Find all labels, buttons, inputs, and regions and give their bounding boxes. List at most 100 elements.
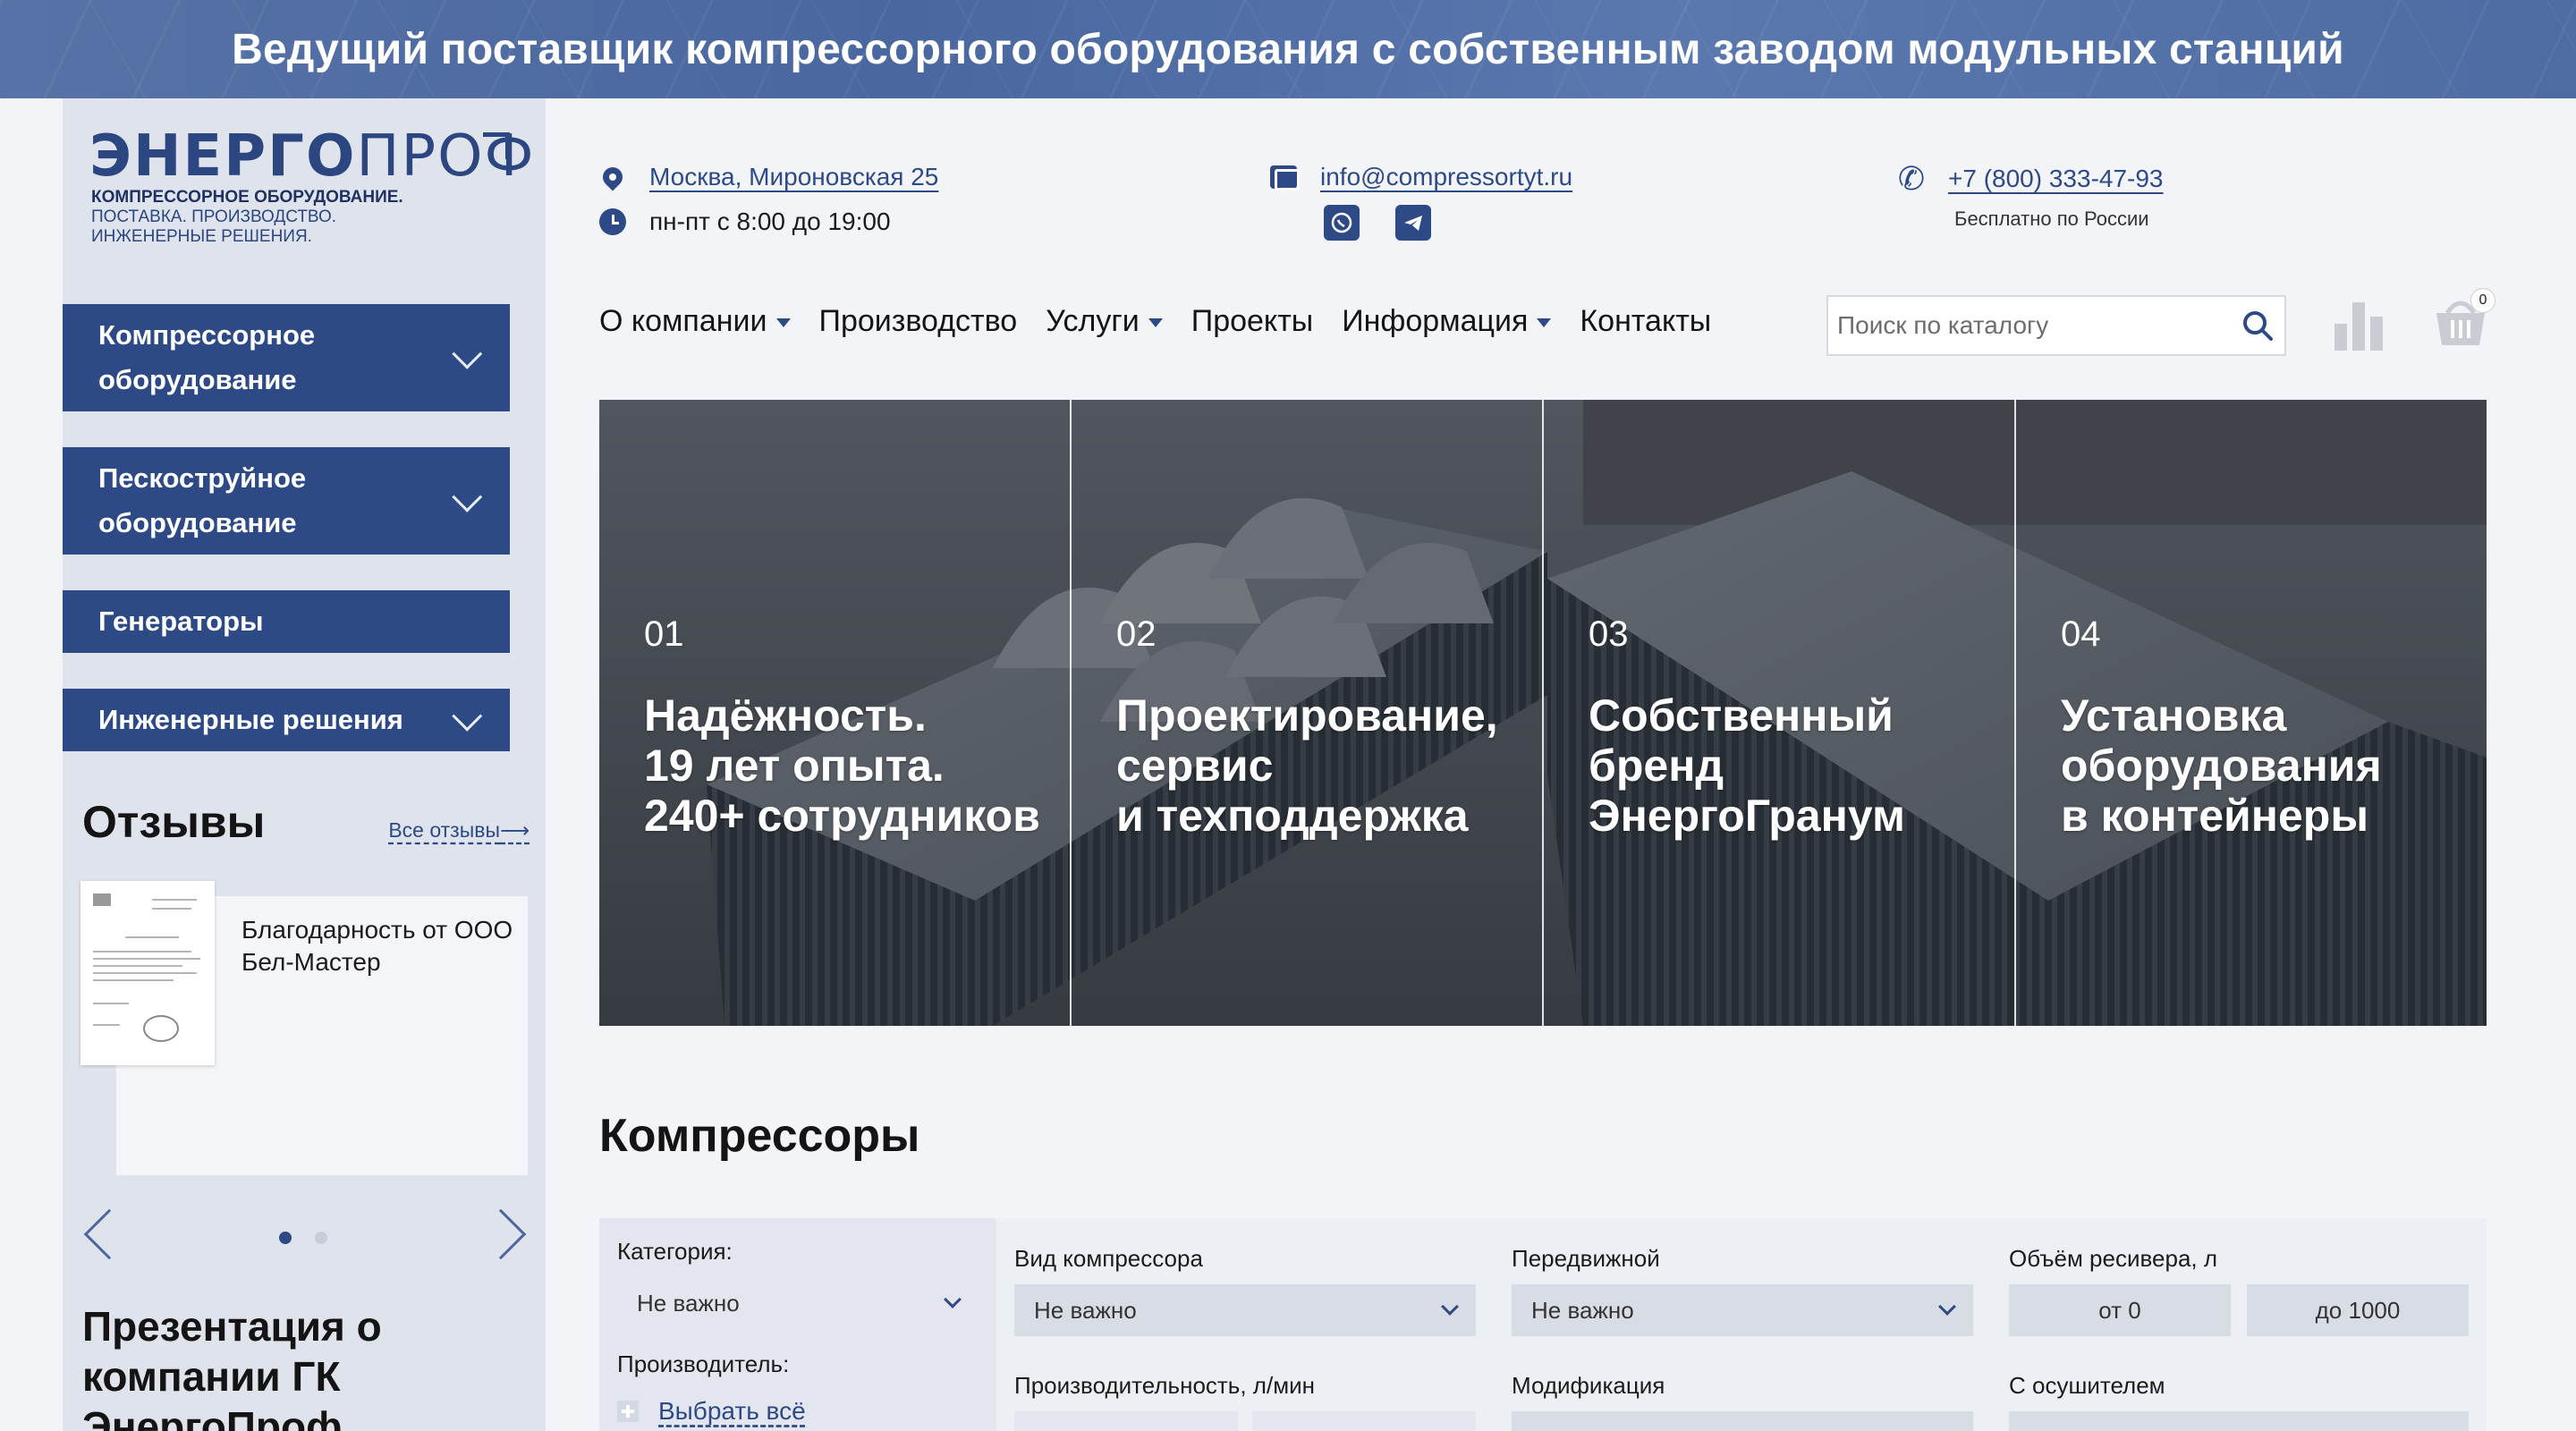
presentation-title[interactable]: Презентация о компании ГК ЭнергоПроф: [82, 1301, 512, 1431]
reviews-slider-nav: [80, 1207, 528, 1270]
arrow-right-icon[interactable]: [475, 1208, 527, 1260]
hero-banner: 01 Надёжность. 19 лет опыта. 240+ сотруд…: [599, 400, 2487, 1026]
working-hours-text: пн-пт с 8:00 до 19:00: [649, 207, 891, 235]
menu-item-label: Пескоструйное оборудование: [98, 462, 307, 538]
email: info@compressortyt.ru: [1268, 163, 1572, 191]
arrow-left-icon[interactable]: [83, 1208, 135, 1260]
chevron-down-icon[interactable]: [452, 481, 483, 512]
menu-item-label: Инженерные решения: [98, 704, 403, 735]
receiver-from-input[interactable]: от 0: [2009, 1284, 2231, 1336]
hero-slide[interactable]: 03 Собственный бренд ЭнергоГранум: [1544, 400, 2016, 1026]
menu-item-label: Генераторы: [98, 605, 264, 637]
phone: ✆ +7 (800) 333-47-93: [1896, 160, 2164, 197]
menu-item-label: Компрессорное оборудование: [98, 319, 316, 395]
search-icon[interactable]: [2240, 308, 2275, 343]
whatsapp-icon[interactable]: [1324, 205, 1360, 241]
banner-title: Ведущий поставщик компрессорного оборудо…: [232, 25, 2344, 73]
dryer-select[interactable]: [2009, 1411, 2469, 1431]
hero-slide-number: 04: [2061, 614, 2101, 654]
chevron-down-icon[interactable]: [452, 338, 483, 369]
chevron-down-icon: [1441, 1298, 1459, 1316]
clock-icon: [599, 208, 626, 235]
working-hours: пн-пт с 8:00 до 19:00: [597, 207, 891, 236]
modification-select[interactable]: [1512, 1411, 1973, 1431]
sidebar: ЭНЕРГОПРОФ КОМПРЕССОРНОЕ ОБОРУДОВАНИЕ. П…: [63, 98, 546, 1431]
nav-item-projects[interactable]: Проекты: [1191, 304, 1313, 339]
catalog-menu: Компрессорное оборудование Пескоструйное…: [63, 304, 510, 787]
plus-icon: [617, 1401, 639, 1422]
address: Москва, Мироновская 25: [597, 163, 938, 191]
hero-slide-text: Собственный бренд ЭнергоГранум: [1589, 690, 1905, 841]
logo-tagline: ИНЖЕНЕРНЫЕ РЕШЕНИЯ.: [91, 227, 312, 246]
search-input[interactable]: [1837, 311, 2240, 340]
hero-slide-text: Установка оборудования в контейнеры: [2061, 690, 2382, 841]
compare-icon[interactable]: [2334, 302, 2385, 351]
logo-tagline: КОМПРЕССОРНОЕ ОБОРУДОВАНИЕ.: [91, 188, 403, 207]
category-select[interactable]: Не важно: [617, 1277, 979, 1329]
slider-dot-active[interactable]: [279, 1232, 292, 1244]
hero-slide-number: 03: [1589, 614, 1629, 654]
compressor-type-label: Вид компрессора: [1014, 1245, 1203, 1272]
caret-down-icon: [1148, 318, 1163, 327]
chevron-down-icon: [944, 1291, 962, 1308]
phone-note: Бесплатно по России: [1954, 207, 2149, 230]
compressor-type-select[interactable]: Не важно: [1014, 1284, 1476, 1336]
menu-item-sandblasting[interactable]: Пескоструйное оборудование: [63, 447, 510, 555]
modification-label: Модификация: [1512, 1372, 1665, 1399]
address-link[interactable]: Москва, Мироновская 25: [649, 163, 938, 191]
section-title: Компрессоры: [599, 1110, 920, 1162]
nav-item-contacts[interactable]: Контакты: [1580, 304, 1711, 339]
caret-down-icon: [775, 318, 791, 327]
slider-dot[interactable]: [315, 1232, 327, 1244]
chevron-down-icon[interactable]: [452, 700, 483, 732]
hero-slide-text: Проектирование, сервис и техподдержка: [1116, 690, 1498, 841]
receiver-to-input[interactable]: до 1000: [2247, 1284, 2469, 1336]
capacity-label: Производительность, л/мин: [1014, 1372, 1315, 1399]
caret-down-icon: [1537, 318, 1552, 327]
location-pin-icon: [598, 163, 627, 191]
menu-item-generators[interactable]: Генераторы: [63, 590, 510, 653]
dryer-label: С осушителем: [2009, 1372, 2165, 1399]
logo[interactable]: ЭНЕРГОПРОФ КОМПРЕССОРНОЕ ОБОРУДОВАНИЕ. П…: [89, 123, 536, 268]
all-reviews-link[interactable]: Все отзывы⟶: [388, 818, 530, 843]
top-banner: Ведущий поставщик компрессорного оборудо…: [0, 0, 2576, 98]
menu-item-engineering[interactable]: Инженерные решения: [63, 689, 510, 751]
chevron-down-icon: [1938, 1298, 1956, 1316]
hero-slide-number: 01: [644, 614, 684, 654]
reviews-header: Отзывы Все отзывы⟶: [82, 796, 530, 848]
review-text[interactable]: Благодарность от ООО Бел-Мастер: [242, 914, 528, 978]
arrow-right-icon: ⟶: [500, 818, 530, 842]
mobile-label: Передвижной: [1512, 1245, 1660, 1272]
reviews-title: Отзывы: [82, 797, 266, 847]
logo-wordmark: ЭНЕРГОПРОФ: [89, 123, 536, 190]
email-link[interactable]: info@compressortyt.ru: [1320, 163, 1572, 191]
catalog-search: [1826, 295, 2286, 356]
hero-slide-text: Надёжность. 19 лет опыта. 240+ сотрудник…: [644, 690, 1040, 841]
select-all-button[interactable]: Выбрать всё: [617, 1397, 806, 1426]
cart-count-badge: 0: [2470, 288, 2496, 313]
receiver-volume-label: Объём ресивера, л: [2009, 1245, 2218, 1272]
hero-slide[interactable]: 01 Надёжность. 19 лет опыта. 240+ сотруд…: [599, 400, 1072, 1026]
nav-item-services[interactable]: Услуги: [1046, 304, 1163, 339]
hero-slide[interactable]: 02 Проектирование, сервис и техподдержка: [1072, 400, 1544, 1026]
phone-icon: ✆: [1897, 160, 1926, 197]
logo-tagline: ПОСТАВКА. ПРОИЗВОДСТВО.: [91, 207, 337, 226]
telegram-icon[interactable]: [1395, 205, 1431, 241]
phone-link[interactable]: +7 (800) 333-47-93: [1948, 165, 2164, 193]
email-icon: [1270, 165, 1300, 191]
category-label: Категория:: [617, 1238, 733, 1265]
nav-item-production[interactable]: Производство: [819, 304, 1018, 339]
mobile-select[interactable]: Не важно: [1512, 1284, 1973, 1336]
capacity-to-input[interactable]: [1252, 1411, 1476, 1431]
producer-label: Производитель:: [617, 1351, 790, 1377]
review-document-thumbnail[interactable]: [80, 881, 215, 1065]
hero-slide-number: 02: [1116, 614, 1157, 654]
nav-item-information[interactable]: Информация: [1342, 304, 1552, 339]
hero-slide[interactable]: 04 Установка оборудования в контейнеры: [2016, 400, 2487, 1026]
capacity-from-input[interactable]: [1014, 1411, 1238, 1431]
menu-item-compressors[interactable]: Компрессорное оборудование: [63, 304, 510, 411]
compressor-filters: Категория: Не важно Производитель: Выбра…: [599, 1218, 2487, 1431]
logo-corner-icon: [483, 132, 510, 159]
main-nav: О компании Производство Услуги Проекты И…: [599, 304, 1711, 339]
nav-item-about[interactable]: О компании: [599, 304, 791, 339]
